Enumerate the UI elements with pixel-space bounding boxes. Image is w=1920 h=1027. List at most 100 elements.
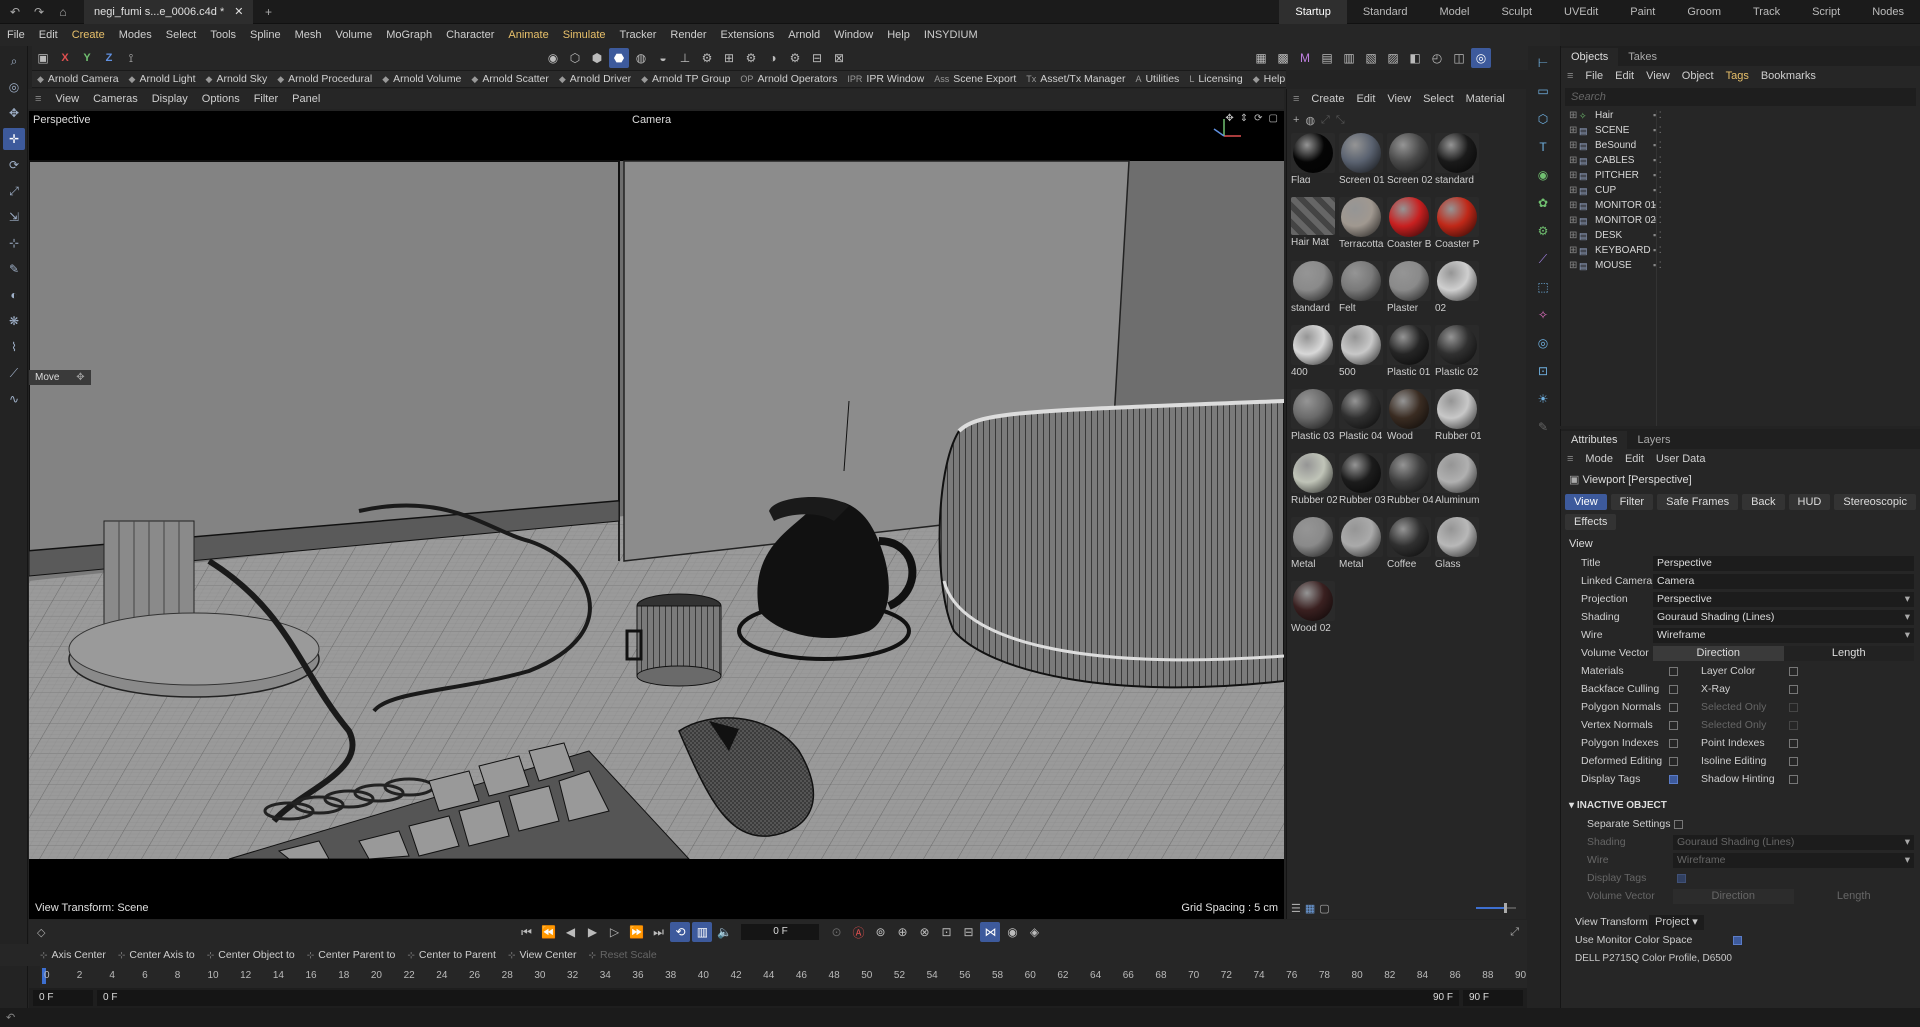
attr-button-view[interactable]: View bbox=[1565, 494, 1607, 510]
attributes-menu-user-data[interactable]: User Data bbox=[1650, 453, 1712, 465]
light-icon[interactable]: ☀ bbox=[1532, 388, 1554, 410]
monitor-color-checkbox[interactable] bbox=[1733, 935, 1742, 945]
next-frame-icon[interactable]: ▷ bbox=[604, 922, 624, 942]
material-item[interactable]: Rubber 04 bbox=[1385, 453, 1433, 503]
edges-mode-icon[interactable]: ⬡ bbox=[565, 48, 585, 68]
material-item[interactable]: Screen 02 bbox=[1385, 133, 1433, 183]
key-position-icon[interactable]: ⊕ bbox=[892, 922, 912, 942]
spline-icon[interactable]: ∿ bbox=[3, 388, 25, 410]
material-item[interactable]: Plaster bbox=[1385, 261, 1433, 311]
record-icon[interactable]: ⊙ bbox=[826, 922, 846, 942]
render-to-picture-viewer-icon[interactable]: ▩ bbox=[1273, 48, 1293, 68]
cloner-icon[interactable]: ✿ bbox=[1532, 192, 1554, 214]
material-item[interactable]: Rubber 02 bbox=[1289, 453, 1337, 503]
attributes-tab-layers[interactable]: Layers bbox=[1627, 431, 1680, 449]
null-object-icon[interactable]: ⊢ bbox=[1532, 52, 1554, 74]
global-icon[interactable]: ◎ bbox=[1471, 48, 1491, 68]
redo-icon[interactable]: ↷ bbox=[30, 3, 48, 21]
menu-volume[interactable]: Volume bbox=[329, 29, 380, 41]
camera-icon[interactable]: ⊡ bbox=[1532, 360, 1554, 382]
material-item[interactable]: Wood bbox=[1385, 389, 1433, 439]
material-swatch[interactable] bbox=[1291, 389, 1335, 429]
coordinate-system-icon[interactable]: ⟟ bbox=[121, 48, 141, 68]
expand-icon[interactable]: ⊞ bbox=[1569, 260, 1579, 271]
object-visibility-icon[interactable]: ▪ ⁚ bbox=[1653, 170, 1662, 181]
material-swatch[interactable] bbox=[1435, 517, 1479, 557]
snap-axis-center[interactable]: ⊹ Axis Center bbox=[34, 949, 112, 961]
deformer-icon[interactable]: ⟋ bbox=[1532, 248, 1554, 270]
sound-icon[interactable]: 🔈 bbox=[714, 922, 734, 942]
orbit-icon[interactable]: ⟳ bbox=[1254, 113, 1262, 124]
snap-center-axis-to[interactable]: ⊹ Center Axis to bbox=[112, 949, 201, 961]
layout-tab-uvedit[interactable]: UVEdit bbox=[1548, 6, 1614, 18]
material-item[interactable]: 02 bbox=[1433, 261, 1481, 311]
scale-icon[interactable]: ⤢ bbox=[3, 180, 25, 202]
expand-icon[interactable]: ⊞ bbox=[1569, 245, 1579, 256]
zoom-icon[interactable]: ⌕ bbox=[3, 50, 25, 72]
objects-menu-file[interactable]: File bbox=[1579, 70, 1609, 82]
material-item[interactable]: Flag bbox=[1289, 133, 1337, 183]
motion-icon[interactable]: ◉ bbox=[1002, 922, 1022, 942]
go-to-end-icon[interactable]: ⏭ bbox=[648, 922, 668, 942]
menu-animate[interactable]: Animate bbox=[501, 29, 555, 41]
object-row[interactable]: ⊞ ✧ Hair ▪ ⁚ bbox=[1561, 108, 1920, 123]
material-swatch[interactable] bbox=[1291, 581, 1335, 621]
menu-extensions[interactable]: Extensions bbox=[713, 29, 781, 41]
material-swatch[interactable] bbox=[1339, 389, 1383, 429]
timeline-expand-icon[interactable]: ⤢ bbox=[1510, 926, 1519, 939]
material-item[interactable]: Hair Mat bbox=[1289, 197, 1337, 247]
material-item[interactable]: 500 bbox=[1337, 325, 1385, 375]
grid-view-icon[interactable]: ▦ bbox=[1305, 902, 1315, 915]
viewport-menu-display[interactable]: Display bbox=[145, 93, 195, 105]
move-icon[interactable]: ✛ bbox=[3, 128, 25, 150]
object-row[interactable]: ⊞ ▤ PITCHER ▪ ⁚ bbox=[1561, 168, 1920, 183]
timeline-icon[interactable]: ◫ bbox=[1449, 48, 1469, 68]
material-item[interactable]: Coaster P bbox=[1433, 197, 1481, 247]
current-frame-field[interactable]: 0 F bbox=[741, 924, 820, 940]
shading-dropdown[interactable]: Gouraud Shading (Lines) bbox=[1653, 609, 1914, 625]
checkbox[interactable] bbox=[1669, 738, 1678, 748]
linked-camera-field[interactable]: Camera bbox=[1653, 573, 1914, 589]
object-visibility-icon[interactable]: ▪ ⁚ bbox=[1653, 230, 1662, 241]
separate-settings-checkbox[interactable] bbox=[1674, 819, 1684, 829]
key-param-icon[interactable]: ⊟ bbox=[958, 922, 978, 942]
checkbox[interactable] bbox=[1669, 666, 1678, 676]
attributes-menu-edit[interactable]: Edit bbox=[1619, 453, 1650, 465]
checkbox[interactable] bbox=[1789, 720, 1798, 730]
object-row[interactable]: ⊞ ▤ MONITOR 01 ▪ ⁚ bbox=[1561, 198, 1920, 213]
object-row[interactable]: ⊞ ▤ CUP ▪ ⁚ bbox=[1561, 183, 1920, 198]
timeline-ruler[interactable]: 0 2 4 6 8 10 12 14 16 18 20 22 24 26 28 30 32 34 36 38 40 42 4… bbox=[40, 966, 1527, 988]
object-visibility-icon[interactable]: ▪ ⁚ bbox=[1653, 155, 1662, 166]
material-swatch[interactable] bbox=[1291, 453, 1335, 493]
arnold-arnold-procedural[interactable]: ◆ Arnold Procedural bbox=[272, 73, 377, 85]
snap-settings-icon[interactable]: ⚙ bbox=[697, 48, 717, 68]
layout-tab-groom[interactable]: Groom bbox=[1671, 6, 1737, 18]
object-row[interactable]: ⊞ ▤ KEYBOARD ▪ ⁚ bbox=[1561, 243, 1920, 258]
layout-tab-sculpt[interactable]: Sculpt bbox=[1485, 6, 1548, 18]
attributes-tab-attributes[interactable]: Attributes bbox=[1561, 431, 1628, 449]
loop-icon[interactable]: ⟲ bbox=[670, 922, 691, 942]
arnold-arnold-volume[interactable]: ◆ Arnold Volume bbox=[377, 73, 466, 85]
keyframe-icon[interactable]: ◇ bbox=[37, 926, 45, 939]
material-item[interactable]: Metal bbox=[1337, 517, 1385, 567]
material-swatch[interactable] bbox=[1339, 197, 1383, 237]
link-icon[interactable]: ⤢ bbox=[1321, 114, 1330, 127]
previous-frame-icon[interactable]: ◀ bbox=[560, 922, 580, 942]
material-swatch[interactable] bbox=[1339, 453, 1383, 493]
film-icon[interactable]: ▨ bbox=[1383, 48, 1403, 68]
text-icon[interactable]: T bbox=[1532, 136, 1554, 158]
menu-file[interactable]: File bbox=[0, 29, 32, 41]
material-swatch[interactable] bbox=[1291, 133, 1335, 173]
material-item[interactable]: standard_ bbox=[1433, 133, 1481, 183]
attr-button-filter[interactable]: Filter bbox=[1610, 494, 1654, 510]
object-visibility-icon[interactable]: ▪ ⁚ bbox=[1653, 185, 1662, 196]
checkbox[interactable] bbox=[1789, 666, 1798, 676]
material-item[interactable]: Plastic 01 bbox=[1385, 325, 1433, 375]
menu-modes[interactable]: Modes bbox=[112, 29, 159, 41]
soft-selection-icon[interactable]: ⚙ bbox=[785, 48, 805, 68]
attr-button-safe-frames[interactable]: Safe Frames bbox=[1657, 494, 1739, 510]
pen-icon[interactable]: ✎ bbox=[3, 258, 25, 280]
direction-button[interactable]: Direction bbox=[1653, 645, 1784, 661]
render-region-icon[interactable]: ▥ bbox=[1339, 48, 1359, 68]
picture-viewer-icon[interactable]: ▧ bbox=[1361, 48, 1381, 68]
